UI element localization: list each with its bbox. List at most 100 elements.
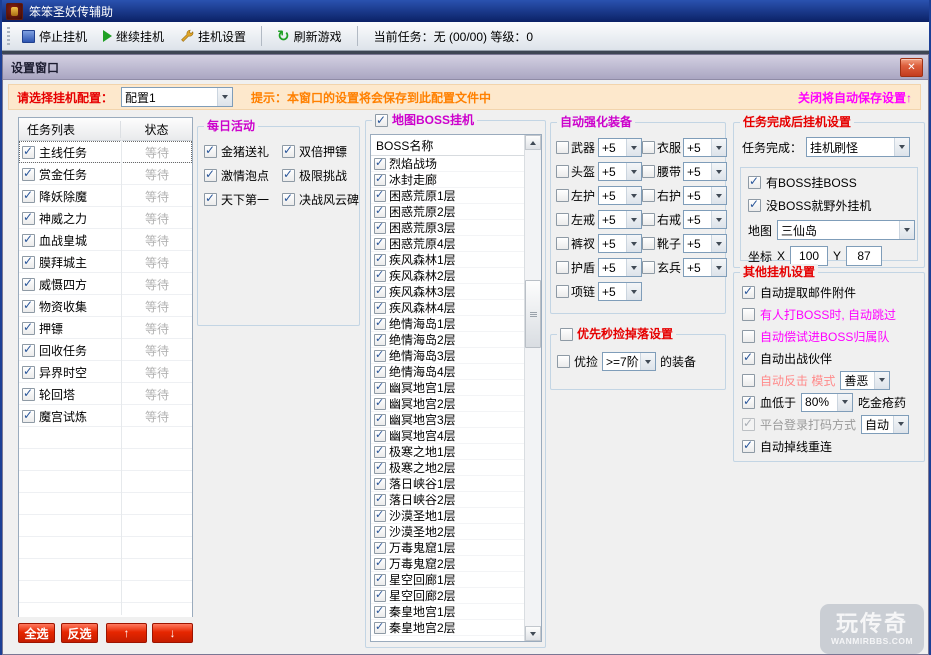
task-row[interactable]: 威慑四方 等待: [19, 273, 192, 295]
boss-checkbox[interactable]: [374, 300, 386, 314]
boss-row[interactable]: 疾风森林1层: [371, 252, 524, 268]
settings-button[interactable]: 挂机设置: [173, 25, 253, 48]
boss-row[interactable]: 烈焰战场: [371, 156, 524, 172]
counter-mode-select[interactable]: 善恶: [840, 370, 891, 390]
boss-row[interactable]: 极寒之地2层: [371, 460, 524, 476]
task-checkbox[interactable]: [22, 210, 35, 225]
boss-checkbox[interactable]: [374, 156, 386, 170]
field-option-row[interactable]: 没BOSS就野外挂机: [741, 197, 917, 214]
dialog-close-button[interactable]: ✕: [900, 58, 923, 77]
task-checkbox[interactable]: [22, 166, 35, 181]
boss-checkbox[interactable]: [374, 508, 386, 522]
enhance-slot[interactable]: 护盾 +5: [556, 258, 642, 277]
boss-row[interactable]: 幽冥地宫2层: [371, 396, 524, 412]
boss-row[interactable]: 困惑荒原2层: [371, 204, 524, 220]
enhance-slot[interactable]: 裤衩 +5: [556, 234, 642, 253]
boss-checkbox[interactable]: [374, 268, 386, 282]
enhance-slot[interactable]: 玄兵 +5: [642, 258, 728, 277]
skip-boss-checkbox[interactable]: [742, 307, 755, 321]
captcha-mode-select[interactable]: 自动: [861, 414, 910, 434]
boss-row[interactable]: 秦皇地宫2层: [371, 620, 524, 636]
skip-boss-row[interactable]: 有人打BOSS时, 自动跳过: [734, 303, 924, 325]
boss-checkbox[interactable]: [374, 460, 386, 474]
daily-activity-item[interactable]: 双倍押镖: [282, 143, 368, 160]
chevron-down-icon[interactable]: [626, 211, 641, 228]
boss-checkbox[interactable]: [374, 476, 386, 490]
task-checkbox[interactable]: [22, 342, 35, 357]
boss-checkbox[interactable]: [374, 444, 386, 458]
enhance-checkbox[interactable]: [556, 213, 569, 226]
auto-counter-row[interactable]: 自动反击 模式 善恶: [734, 369, 924, 391]
enhance-slot[interactable]: 右戒 +5: [642, 210, 728, 229]
boss-checkbox[interactable]: [374, 412, 386, 426]
daily-activity-item[interactable]: 天下第一: [204, 191, 282, 208]
enhance-level-select[interactable]: +5: [683, 138, 728, 157]
task-row[interactable]: 物资收集 等待: [19, 295, 192, 317]
task-checkbox[interactable]: [22, 232, 35, 247]
boss-row[interactable]: 绝情海岛2层: [371, 332, 524, 348]
enhance-slot[interactable]: 衣服 +5: [642, 138, 728, 157]
activity-checkbox[interactable]: [282, 167, 295, 182]
task-row[interactable]: 神威之力 等待: [19, 207, 192, 229]
boss-checkbox[interactable]: [374, 348, 386, 362]
boss-checkbox[interactable]: [374, 220, 386, 234]
boss-checkbox[interactable]: [374, 572, 386, 586]
select-all-button[interactable]: 全选: [18, 623, 55, 643]
auto-partner-row[interactable]: 自动出战伙伴: [734, 347, 924, 369]
low-hp-checkbox[interactable]: [742, 394, 755, 409]
auto-reconnect-row[interactable]: 自动掉线重连: [734, 435, 924, 457]
boss-checkbox[interactable]: [374, 364, 386, 378]
enhance-checkbox[interactable]: [642, 237, 655, 250]
activity-checkbox[interactable]: [204, 191, 217, 206]
chevron-down-icon[interactable]: [626, 235, 641, 252]
enhance-slot[interactable]: 左戒 +5: [556, 210, 642, 229]
enhance-slot[interactable]: 头盔 +5: [556, 162, 642, 181]
boss-row[interactable]: 落日峡谷1层: [371, 476, 524, 492]
daily-activity-item[interactable]: 激情泡点: [204, 167, 282, 184]
boss-checkbox[interactable]: [374, 428, 386, 442]
move-up-button[interactable]: ↑: [106, 623, 147, 643]
enhance-level-select[interactable]: +5: [598, 282, 642, 301]
task-checkbox[interactable]: [22, 320, 35, 335]
task-checkbox[interactable]: [22, 408, 35, 423]
daily-activity-item[interactable]: 决战风云碑: [282, 191, 368, 208]
boss-checkbox[interactable]: [374, 620, 386, 634]
activity-checkbox[interactable]: [204, 143, 217, 158]
enhance-checkbox[interactable]: [556, 141, 569, 154]
boss-checkbox[interactable]: [374, 284, 386, 298]
daily-activity-item[interactable]: 极限挑战: [282, 167, 368, 184]
task-row[interactable]: 赏金任务 等待: [19, 163, 192, 185]
chevron-down-icon[interactable]: [626, 139, 641, 156]
boss-checkbox[interactable]: [374, 172, 386, 186]
enhance-level-select[interactable]: +5: [598, 186, 642, 205]
boss-row[interactable]: 万毒鬼窟1层: [371, 540, 524, 556]
task-row[interactable]: 膜拜城主 等待: [19, 251, 192, 273]
chevron-down-icon[interactable]: [711, 211, 727, 228]
boss-row[interactable]: 幽冥地宫3层: [371, 412, 524, 428]
priority-pickup-checkbox[interactable]: [560, 327, 573, 341]
boss-checkbox[interactable]: [374, 316, 386, 330]
join-boss-team-row[interactable]: 自动偿试进BOSS归属队: [734, 325, 924, 347]
task-row[interactable]: 异界时空 等待: [19, 361, 192, 383]
auto-partner-checkbox[interactable]: [742, 350, 755, 365]
boss-checkbox[interactable]: [374, 588, 386, 602]
task-checkbox[interactable]: [22, 254, 35, 269]
boss-row[interactable]: 沙漠圣地2层: [371, 524, 524, 540]
boss-row[interactable]: 困惑荒原3层: [371, 220, 524, 236]
map-boss-checkbox[interactable]: [375, 112, 388, 128]
boss-checkbox[interactable]: [374, 380, 386, 394]
enhance-checkbox[interactable]: [642, 261, 655, 274]
task-checkbox[interactable]: [22, 276, 35, 291]
enhance-level-select[interactable]: +5: [598, 162, 642, 181]
boss-checkbox[interactable]: [374, 332, 386, 346]
task-row[interactable]: 轮回塔 等待: [19, 383, 192, 405]
enhance-level-select[interactable]: +5: [683, 186, 728, 205]
chevron-down-icon[interactable]: [893, 415, 909, 433]
boss-row[interactable]: 绝情海岛1层: [371, 316, 524, 332]
chevron-down-icon[interactable]: [711, 259, 727, 276]
chevron-down-icon[interactable]: [711, 163, 727, 180]
captcha-row[interactable]: 平台登录打码方式 自动: [734, 413, 924, 435]
mail-attachment-row[interactable]: 自动提取邮件附件: [734, 281, 924, 303]
task-checkbox[interactable]: [22, 364, 35, 379]
task-checkbox[interactable]: [22, 386, 35, 401]
